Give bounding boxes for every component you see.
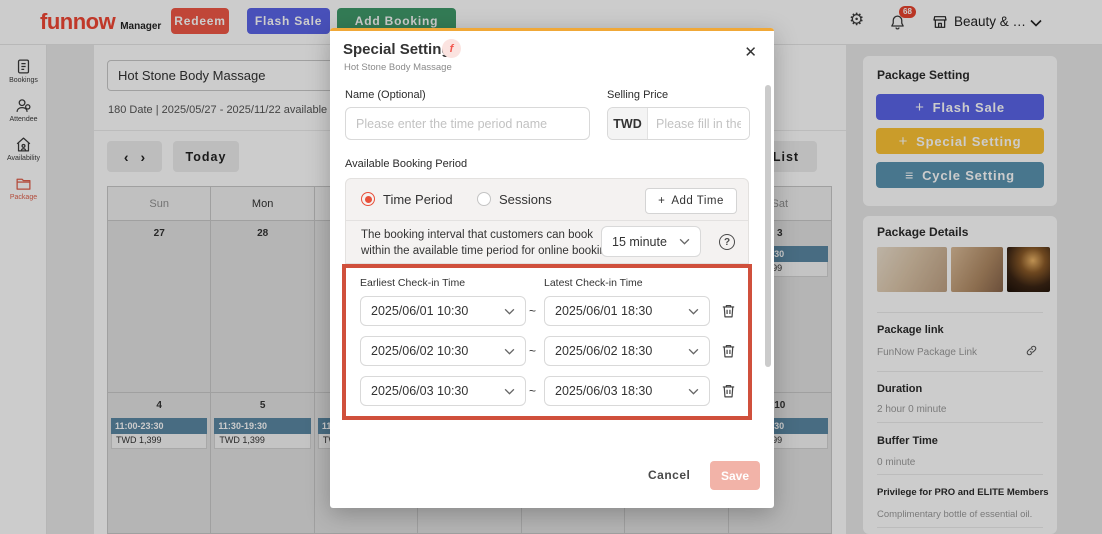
chevron-down-icon — [688, 388, 699, 395]
earliest-time-value: 2025/06/01 10:30 — [371, 304, 468, 318]
help-icon[interactable]: ? — [719, 234, 735, 250]
name-label: Name (Optional) — [345, 89, 426, 101]
earliest-time-dropdown[interactable]: 2025/06/02 10:30 — [360, 336, 526, 366]
earliest-time-value: 2025/06/02 10:30 — [371, 344, 468, 358]
funnow-badge-icon: f — [442, 39, 461, 58]
time-period-radio-label[interactable]: Time Period — [383, 192, 453, 207]
chevron-down-icon — [688, 308, 699, 315]
cancel-button[interactable]: Cancel — [648, 468, 690, 482]
latest-time-dropdown[interactable]: 2025/06/02 18:30 — [544, 336, 710, 366]
special-setting-modal: Special Setting f ✕ Hot Stone Body Massa… — [330, 28, 774, 508]
booking-period-panel: Time Period Sessions + Add Time The book… — [345, 178, 749, 264]
chevron-down-icon — [688, 348, 699, 355]
chevron-down-icon — [504, 308, 515, 315]
earliest-checkin-label: Earliest Check-in Time — [360, 277, 465, 289]
save-button[interactable]: Save — [710, 461, 760, 490]
selling-price-field: TWD — [607, 107, 750, 140]
tilde-separator: ~ — [529, 344, 536, 358]
earliest-time-dropdown[interactable]: 2025/06/01 10:30 — [360, 296, 526, 326]
sessions-radio-label[interactable]: Sessions — [499, 192, 552, 207]
modal-accent-bar — [330, 28, 774, 31]
earliest-time-dropdown[interactable]: 2025/06/03 10:30 — [360, 376, 526, 406]
delete-row-icon[interactable] — [720, 342, 737, 359]
delete-row-icon[interactable] — [720, 382, 737, 399]
checkin-time-row: 2025/06/03 10:30 ~ 2025/06/03 18:30 — [360, 376, 748, 406]
chevron-down-icon — [504, 348, 515, 355]
tilde-separator: ~ — [529, 384, 536, 398]
interval-description: The booking interval that customers can … — [361, 228, 615, 259]
tilde-separator: ~ — [529, 304, 536, 318]
latest-time-dropdown[interactable]: 2025/06/01 18:30 — [544, 296, 710, 326]
chevron-down-icon — [679, 238, 690, 245]
plus-icon: + — [658, 195, 665, 207]
interval-value: 15 minute — [612, 235, 667, 249]
currency-prefix: TWD — [608, 108, 648, 139]
price-input[interactable] — [648, 108, 749, 139]
delete-row-icon[interactable] — [720, 302, 737, 319]
interval-dropdown[interactable]: 15 minute — [601, 226, 701, 257]
add-time-label: Add Time — [671, 195, 724, 207]
name-input[interactable] — [345, 107, 590, 140]
checkin-time-row: 2025/06/01 10:30 ~ 2025/06/01 18:30 — [360, 296, 748, 326]
latest-time-value: 2025/06/01 18:30 — [555, 304, 652, 318]
latest-time-value: 2025/06/02 18:30 — [555, 344, 652, 358]
latest-time-value: 2025/06/03 18:30 — [555, 384, 652, 398]
earliest-time-value: 2025/06/03 10:30 — [371, 384, 468, 398]
divider — [346, 220, 748, 221]
latest-checkin-label: Latest Check-in Time — [544, 277, 643, 289]
close-icon[interactable]: ✕ — [744, 43, 757, 61]
time-period-radio[interactable] — [361, 192, 375, 206]
chevron-down-icon — [504, 388, 515, 395]
modal-subtitle: Hot Stone Body Massage — [344, 62, 452, 73]
checkin-time-row: 2025/06/02 10:30 ~ 2025/06/02 18:30 — [360, 336, 748, 366]
add-time-button[interactable]: + Add Time — [645, 188, 737, 214]
annotation-highlight-box: Earliest Check-in Time Latest Check-in T… — [342, 264, 752, 420]
booking-period-label: Available Booking Period — [345, 158, 467, 170]
selling-price-label: Selling Price — [607, 89, 668, 101]
modal-scrollbar[interactable] — [765, 85, 771, 367]
modal-title: Special Setting — [343, 41, 451, 58]
sessions-radio[interactable] — [477, 192, 491, 206]
latest-time-dropdown[interactable]: 2025/06/03 18:30 — [544, 376, 710, 406]
